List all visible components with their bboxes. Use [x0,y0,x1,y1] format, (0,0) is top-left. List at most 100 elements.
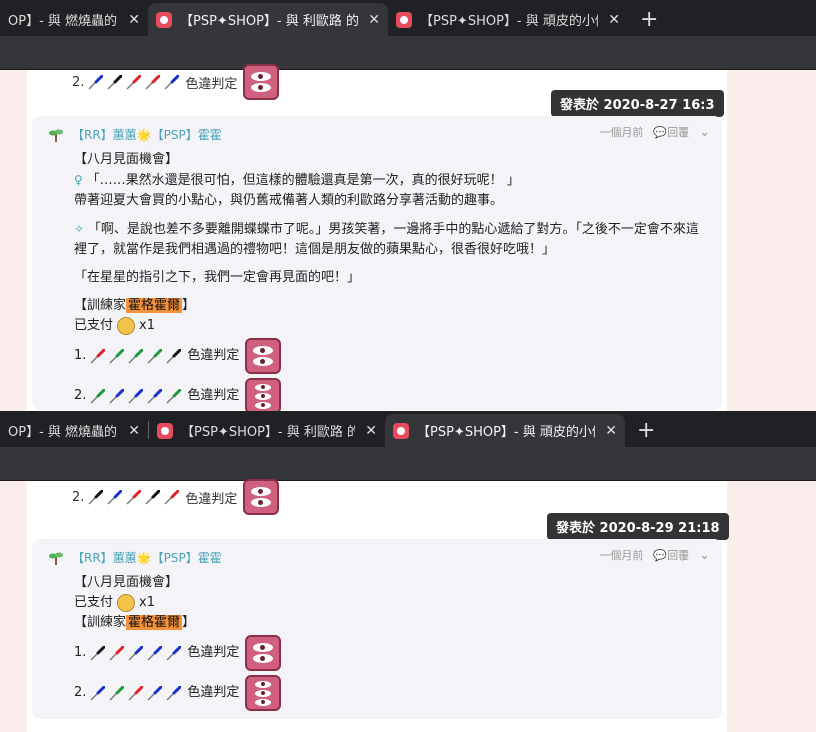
pin-row [90,685,182,701]
coin-icon [117,593,136,612]
blue-pin-icon [147,685,163,701]
comment-author[interactable]: 【RR】蕙蕙🌟【PSP】霍霍 [48,126,222,143]
timestamp-tooltip: 發表於 2020-8-29 21:18 [547,513,729,546]
roll-number: 1. [74,645,87,660]
comment-author[interactable]: 【RR】蕙蕙🌟【PSP】霍霍 [48,549,222,566]
comment-time: 一個月前 [599,549,644,562]
comment-body: 【八月見面機會】 ♀ 「……果然水還是很可怕，但這樣的體驗還真是第一次，真的很好… [74,150,708,411]
tab-title: 【PSP✦SHOP】- 與 頑皮的小傢 [420,14,599,29]
eye-icon [255,698,272,706]
blue-pin-icon [147,388,163,404]
close-icon[interactable]: ✕ [368,12,380,28]
comment-body: 【八月見面機會】 已支付 x1 【訓練家 霍格霍爾】 1. 色違判定 2. 色違判定 [74,573,708,713]
timestamp-tooltip: 發表於 2020-8-27 16:3 [551,90,724,123]
tab-active[interactable]: 【PSP✦SHOP】- 與 頑皮的小傢 ✕ [385,414,625,447]
eye-icon [251,72,272,81]
reply-label: 回覆 [667,549,690,562]
blue-pin-icon [109,388,125,404]
roll-number: 2. [74,685,87,700]
tab-title: OP】- 與 燃燒蟲的 再 [8,425,118,440]
tab[interactable]: OP】- 與 燃燒蟲的 再 ✕ [0,3,148,36]
green-pin-icon [166,388,182,404]
tab-bar: OP】- 與 燃燒蟲的 再 ✕ 【PSP✦SHOP】- 與 利歐路 的 再 ✕ … [0,0,816,36]
author-name: 【RR】蕙蕙🌟【PSP】霍霍 [72,551,222,565]
eye-dice-icon [243,64,280,100]
eye-icon [253,654,274,663]
black-pin-icon [88,489,104,505]
comment-line: 【八月見面機會】 [74,575,179,590]
roll-label: 色違判定 [185,76,238,92]
sparkle-icon: ✧ [74,222,88,236]
comment-line: 帶著迎夏大會買的小點心，與仍舊戒備著人類的利歐路分享著活動的趣事。 [74,193,504,208]
black-pin-icon [166,348,182,364]
reply-button[interactable]: 💬回覆 [653,547,689,563]
green-pin-icon [109,685,125,701]
tab-title: 【PSP✦SHOP】- 與 頑皮的小傢 [417,425,596,440]
new-tab-icon[interactable]: + [625,414,667,447]
roll-number: 2. [72,74,85,90]
trainer-name: 霍格霍爾 [126,615,183,630]
red-pin-icon [109,645,125,661]
trainer-line: 【訓練家 霍格霍爾】 [74,615,196,630]
comment-meta: 一個月前 💬回覆 ⌄ [599,124,710,140]
tab-title: OP】- 與 燃燒蟲的 再 [8,14,118,29]
eye-icon [255,401,272,409]
blue-pin-icon [166,685,182,701]
roll-label: 色違判定 [185,491,238,507]
comment-line: ♀ 「……果然水還是很可怕，但這樣的體驗還真是第一次，真的很好玩呢！ 」 [74,173,520,188]
eye-icon [251,83,272,92]
eye-icon [255,383,272,391]
author-name: 【RR】蕙蕙🌟【PSP】霍霍 [72,128,222,142]
roll-line: 2. 色違判定 [74,673,708,713]
favicon-icon [156,11,172,28]
comment-card: 【RR】蕙蕙🌟【PSP】霍霍 一個月前 💬回覆 ⌄ 【八月見面機會】 已支付 x1… [32,539,722,719]
roll-label: 色違判定 [187,645,240,660]
tab-title: 【PSP✦SHOP】- 與 利歐路 的 再 [181,425,356,440]
close-icon[interactable]: ✕ [365,423,377,439]
blue-pin-icon [147,645,163,661]
blue-pin-icon [88,74,104,90]
roll-line: 2. 色違判定 [74,376,708,411]
sprout-icon [49,129,63,142]
toolbar [0,447,816,481]
comment-line: 【八月見面機會】 [74,152,179,167]
reply-button[interactable]: 💬回覆 [653,124,689,140]
page-content: 2. 色違判定 發表於 2020-8-27 16:3 【RR】蕙蕙🌟【PSP】霍… [0,64,816,411]
tab[interactable]: OP】- 與 燃燒蟲的 再 ✕ [0,414,148,447]
person-icon: ♀ [74,173,87,187]
favicon-icon [157,422,173,439]
close-icon[interactable]: ✕ [608,12,620,28]
favicon-icon [393,422,409,439]
roll-line: 1. 色違判定 [74,633,708,673]
eye-icon [253,643,274,652]
reply-label: 回覆 [667,126,690,139]
close-icon[interactable]: ✕ [128,12,140,28]
black-pin-icon [107,74,123,90]
blue-pin-icon [107,489,123,505]
eye-icon [251,487,272,496]
blue-pin-icon [166,645,182,661]
eye-dice-icon [245,635,282,671]
chevron-down-icon[interactable]: ⌄ [699,125,710,140]
sprout-icon [49,552,63,565]
tab-bar: OP】- 與 燃燒蟲的 再 ✕ 【PSP✦SHOP】- 與 利歐路 的 再 ✕ … [0,411,816,447]
eye-icon [253,357,274,366]
new-tab-icon[interactable]: + [628,3,670,36]
paid-line: 已支付 x1 [74,316,155,335]
tab[interactable]: 【PSP✦SHOP】- 與 利歐路 的 再 ✕ [149,414,385,447]
pin-row [88,489,180,505]
previous-roll-line: 2. 色違判定 [72,64,280,100]
comment-meta: 一個月前 💬回覆 ⌄ [599,547,710,563]
tab-title: 【PSP✦SHOP】- 與 利歐路 的 再 [180,14,359,29]
roll-number: 1. [74,348,87,363]
tab-active[interactable]: 【PSP✦SHOP】- 與 利歐路 的 再 ✕ [148,3,388,36]
roll-label: 色違判定 [187,685,240,700]
close-icon[interactable]: ✕ [605,423,617,439]
eye-dice-icon [245,338,282,374]
eye-dice-icon [243,479,280,515]
roll-number: 2. [74,388,87,403]
close-icon[interactable]: ✕ [128,423,140,439]
chevron-down-icon[interactable]: ⌄ [699,548,710,563]
tab[interactable]: 【PSP✦SHOP】- 與 頑皮的小傢 ✕ [388,3,628,36]
eye-dice-icon [245,675,282,711]
